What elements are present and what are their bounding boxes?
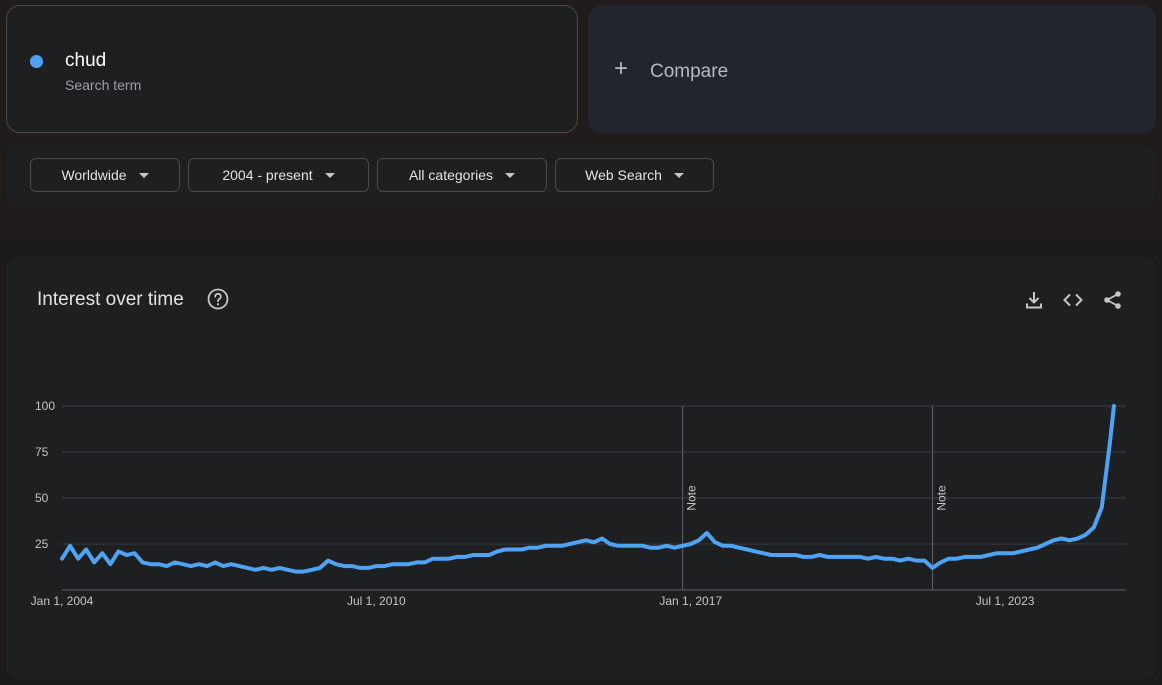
x-tick-label: Jan 1, 2017: [659, 594, 722, 608]
note-annotation-label: Note: [935, 485, 949, 511]
x-tick-label: Jul 1, 2010: [347, 594, 406, 608]
y-tick-label: 50: [35, 491, 49, 505]
y-tick-label: 75: [35, 445, 49, 459]
interest-line-chart: 100 75 50 25 Jan 1, 2004 Jul 1, 2010 Jan 1, 20…: [31, 399, 1126, 608]
x-tick-label: Jul 1, 2023: [976, 594, 1035, 608]
y-tick-label: 25: [35, 537, 49, 551]
series-line: [60, 404, 1116, 574]
y-tick-label: 100: [35, 399, 55, 413]
note-annotation-label: Note: [685, 485, 699, 511]
x-tick-label: Jan 1, 2004: [31, 594, 94, 608]
